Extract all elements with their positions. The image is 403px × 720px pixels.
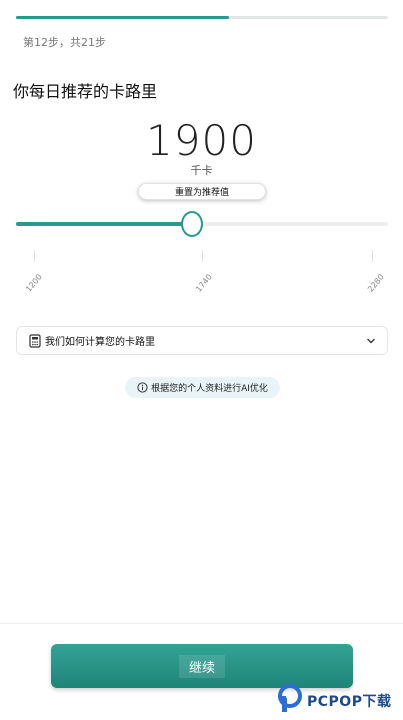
pcpop-logo-icon xyxy=(278,684,304,718)
progress-fill xyxy=(16,16,229,19)
slider-tick-label-min: 1200 xyxy=(24,272,44,294)
page-title: 你每日推荐的卡路里 xyxy=(13,82,158,101)
slider-tick-mid xyxy=(202,250,203,262)
calorie-unit: 千卡 xyxy=(190,164,213,177)
footer-divider xyxy=(0,623,403,624)
ai-optimization-note: 根据您的个人资料进行AI优化 xyxy=(125,377,280,398)
continue-label: 继续 xyxy=(178,654,225,678)
slider-tick-label-max: 2280 xyxy=(366,272,386,294)
watermark-text: PCPOP下载 xyxy=(307,694,392,710)
calculator-icon xyxy=(29,333,41,348)
calorie-slider-thumb[interactable] xyxy=(181,211,203,237)
slider-tick-label-mid: 1740 xyxy=(194,272,214,294)
progress-bar xyxy=(16,16,388,19)
how-we-calculate-accordion[interactable]: 我们如何计算您的卡路里 xyxy=(16,326,388,355)
calorie-value: 1900 xyxy=(146,116,257,165)
ai-note-text: 根据您的个人资料进行AI优化 xyxy=(151,384,268,394)
slider-tick-max xyxy=(372,250,373,262)
reset-to-recommended-button[interactable]: 重置为推荐值 xyxy=(138,183,266,200)
slider-tick-min xyxy=(34,250,35,262)
pcpop-watermark: PCPOP下载 xyxy=(278,684,400,718)
step-counter: 第12步，共21步 xyxy=(23,36,106,49)
accordion-label: 我们如何计算您的卡路里 xyxy=(45,337,155,348)
calorie-slider-fill xyxy=(16,222,192,226)
continue-button[interactable]: 继续 xyxy=(51,644,353,688)
info-icon xyxy=(137,382,148,393)
chevron-down-icon[interactable] xyxy=(365,335,377,347)
